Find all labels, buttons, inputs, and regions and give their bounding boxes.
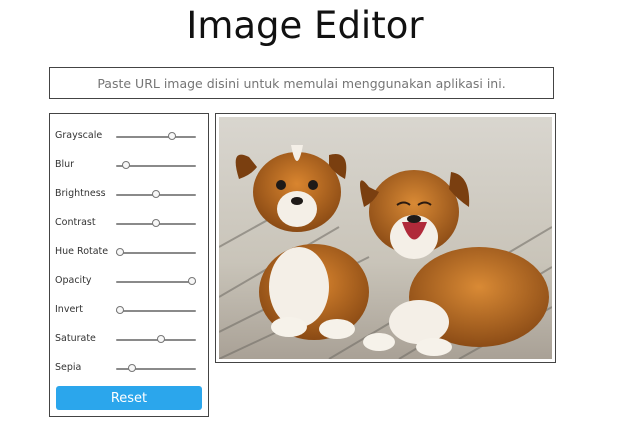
contrast-slider[interactable] [116, 219, 196, 229]
filter-label: Blur [55, 159, 75, 170]
filter-label: Invert [55, 304, 83, 315]
slider-track [116, 252, 196, 254]
filter-row-grayscale: Grayscale [50, 128, 208, 146]
filter-row-saturate: Saturate [50, 331, 208, 349]
hue-rotate-slider[interactable] [116, 248, 196, 258]
slider-thumb[interactable] [168, 132, 176, 140]
brightness-slider[interactable] [116, 190, 196, 200]
filter-label: Brightness [55, 188, 106, 199]
image-url-input[interactable] [49, 67, 554, 99]
puppies-photo-icon [219, 117, 552, 359]
filter-row-sepia: Sepia [50, 360, 208, 378]
filter-row-invert: Invert [50, 302, 208, 320]
grayscale-slider[interactable] [116, 132, 196, 142]
reset-button[interactable]: Reset [56, 386, 202, 410]
preview-image [219, 117, 552, 359]
slider-thumb[interactable] [116, 306, 124, 314]
filter-label: Saturate [55, 333, 96, 344]
filter-row-blur: Blur [50, 157, 208, 175]
slider-thumb[interactable] [121, 161, 130, 169]
filter-label: Hue Rotate [55, 246, 109, 257]
slider-thumb[interactable] [152, 190, 160, 198]
saturate-slider[interactable] [116, 335, 196, 345]
filter-row-hue-rotate: Hue Rotate [50, 244, 208, 262]
invert-slider[interactable] [116, 306, 196, 316]
slider-thumb[interactable] [156, 335, 165, 343]
filter-row-contrast: Contrast [50, 215, 208, 233]
filter-controls-panel: Grayscale Blur Brightness Contrast Hue R… [49, 113, 209, 417]
slider-track [116, 339, 196, 341]
filter-row-opacity: Opacity [50, 273, 208, 291]
slider-thumb[interactable] [188, 277, 196, 285]
opacity-slider[interactable] [116, 277, 196, 287]
filter-label: Grayscale [55, 130, 103, 141]
filter-label: Sepia [55, 362, 82, 373]
page-title: Image Editor [186, 4, 424, 47]
filter-label: Contrast [55, 217, 96, 228]
slider-track [116, 136, 196, 138]
slider-thumb[interactable] [116, 248, 124, 256]
filter-row-brightness: Brightness [50, 186, 208, 204]
filter-label: Opacity [55, 275, 92, 286]
slider-track [116, 281, 196, 283]
sepia-slider[interactable] [116, 364, 196, 374]
slider-thumb[interactable] [152, 219, 160, 227]
slider-track [116, 310, 196, 312]
slider-thumb[interactable] [128, 364, 136, 372]
image-preview-frame [215, 113, 556, 363]
blur-slider[interactable] [116, 161, 196, 171]
